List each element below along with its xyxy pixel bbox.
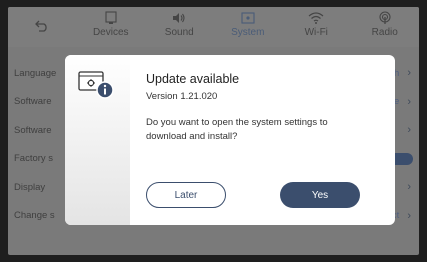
chevron-right-icon: ›	[407, 95, 411, 108]
chevron-right-icon: ›	[407, 181, 411, 194]
later-button[interactable]: Later	[146, 182, 226, 208]
tab-radio-label: Radio	[371, 27, 398, 38]
devices-icon	[104, 10, 118, 25]
tab-wifi-label: Wi-Fi	[304, 27, 328, 38]
settings-row-label: Display	[14, 181, 46, 193]
tab-wifi[interactable]: Wi-Fi	[282, 7, 351, 47]
back-button[interactable]	[8, 7, 77, 47]
screen: Devices Sound System Wi-Fi Radio Languag…	[8, 7, 419, 255]
chevron-right-icon: ›	[407, 67, 411, 80]
settings-row-label: Software	[14, 124, 52, 136]
tab-devices[interactable]: Devices	[77, 7, 146, 47]
tab-system[interactable]: System	[214, 7, 283, 47]
dialog-version: Version 1.21.020	[146, 91, 218, 102]
tab-radio[interactable]: Radio	[351, 7, 420, 47]
tab-system-label: System	[231, 27, 265, 38]
dialog-message: Do you want to open the system settings …	[146, 117, 328, 142]
back-arrow-icon	[35, 20, 49, 35]
chevron-right-icon: ›	[407, 209, 411, 222]
dialog-title: Update available	[146, 72, 240, 86]
tab-sound[interactable]: Sound	[145, 7, 214, 47]
system-update-info-icon	[78, 71, 114, 104]
dialog-body: Update available Version 1.21.020 Do you…	[130, 55, 395, 225]
dialog-side-panel	[65, 55, 130, 225]
settings-row-label: Factory s	[14, 153, 54, 165]
system-icon	[241, 10, 255, 25]
top-navigation: Devices Sound System Wi-Fi Radio	[8, 7, 419, 47]
settings-row-label: Software	[14, 96, 52, 108]
settings-row-label: Language	[14, 67, 57, 79]
radio-icon	[378, 10, 392, 25]
tab-devices-label: Devices	[92, 27, 129, 38]
settings-row-label: Change s	[14, 210, 55, 222]
update-dialog: Update available Version 1.21.020 Do you…	[65, 55, 395, 225]
tab-sound-label: Sound	[164, 27, 194, 38]
chevron-right-icon: ›	[407, 124, 411, 137]
yes-button[interactable]: Yes	[280, 182, 360, 208]
wifi-icon	[308, 10, 324, 25]
speaker-icon	[172, 10, 186, 25]
